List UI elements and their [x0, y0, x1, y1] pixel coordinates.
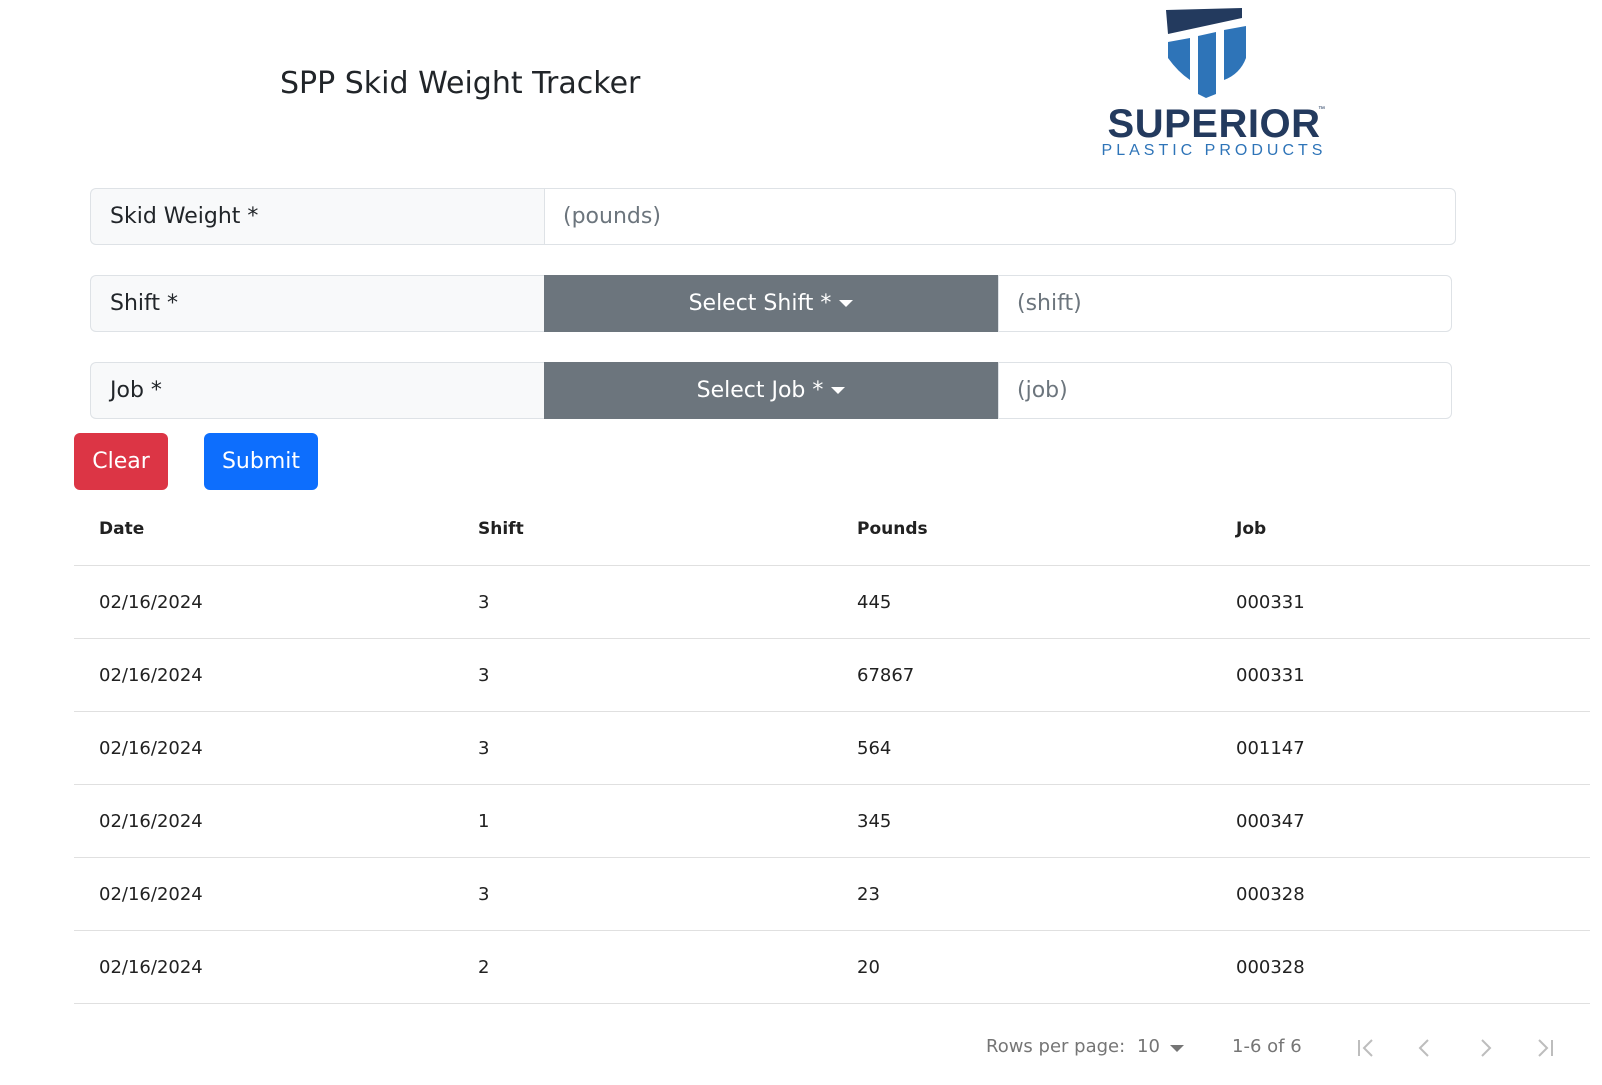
clear-button[interactable]: Clear [74, 433, 168, 490]
next-page-icon[interactable] [1470, 1034, 1500, 1062]
table-row: 02/16/2024 3 67867 000331 [74, 639, 1590, 712]
pagination: Rows per page: 10 1-6 of 6 [0, 1030, 1602, 1064]
table-row: 02/16/2024 3 564 001147 [74, 712, 1590, 785]
rows-per-page-select[interactable]: 10 [1137, 1036, 1160, 1057]
cell-pounds: 345 [857, 810, 892, 832]
first-page-icon[interactable] [1351, 1034, 1381, 1062]
weights-table: Date Shift Pounds Job 02/16/2024 3 445 0… [74, 492, 1590, 1004]
skid-weight-group: Skid Weight * (pounds) [90, 188, 1456, 245]
column-header-job[interactable]: Job [1211, 519, 1590, 539]
cell-date: 02/16/2024 [99, 810, 203, 832]
logo-trademark: ™ [1318, 106, 1325, 113]
select-shift-dropdown[interactable]: Select Shift * [544, 275, 998, 332]
cell-job: 000331 [1236, 664, 1305, 686]
column-header-pounds[interactable]: Pounds [832, 519, 1211, 539]
select-shift-label: Select Shift * [688, 291, 832, 316]
cell-job: 000347 [1236, 810, 1305, 832]
page-title: SPP Skid Weight Tracker [280, 66, 641, 101]
table-row: 02/16/2024 1 345 000347 [74, 785, 1590, 858]
cell-job: 001147 [1236, 737, 1305, 759]
company-logo: SUPERIOR ™ PLASTIC PRODUCTS [1094, 6, 1334, 159]
cell-date: 02/16/2024 [99, 956, 203, 978]
cell-pounds: 67867 [857, 664, 915, 686]
submit-button[interactable]: Submit [204, 433, 318, 490]
logo-brand-text: SUPERIOR [1107, 102, 1321, 146]
page-range: 1-6 of 6 [1232, 1036, 1302, 1057]
caret-down-icon[interactable] [1170, 1045, 1184, 1052]
logo-mark-icon [1166, 8, 1246, 98]
table-header: Date Shift Pounds Job [74, 492, 1590, 566]
select-job-dropdown[interactable]: Select Job * [544, 362, 998, 419]
cell-shift: 2 [478, 956, 490, 978]
cell-shift: 3 [478, 664, 490, 686]
job-label: Job * [90, 362, 544, 419]
caret-down-icon [831, 387, 846, 394]
rows-per-page-label: Rows per page: [986, 1036, 1126, 1057]
table-row: 02/16/2024 3 23 000328 [74, 858, 1590, 931]
skid-weight-input[interactable]: (pounds) [544, 188, 1456, 245]
cell-pounds: 23 [857, 883, 880, 905]
column-header-shift[interactable]: Shift [453, 519, 832, 539]
shift-display: (shift) [998, 275, 1452, 332]
cell-job: 000328 [1236, 883, 1305, 905]
cell-shift: 3 [478, 737, 490, 759]
cell-date: 02/16/2024 [99, 737, 203, 759]
cell-shift: 3 [478, 883, 490, 905]
cell-date: 02/16/2024 [99, 664, 203, 686]
cell-pounds: 445 [857, 591, 892, 613]
shift-group: Shift * Select Shift * (shift) [90, 275, 1452, 332]
cell-shift: 3 [478, 591, 490, 613]
table-row: 02/16/2024 2 20 000328 [74, 931, 1590, 1004]
cell-date: 02/16/2024 [99, 883, 203, 905]
cell-date: 02/16/2024 [99, 591, 203, 613]
select-job-label: Select Job * [696, 378, 824, 403]
caret-down-icon [839, 300, 854, 307]
last-page-icon[interactable] [1530, 1034, 1560, 1062]
cell-shift: 1 [478, 810, 490, 832]
cell-pounds: 20 [857, 956, 880, 978]
logo-subtitle: PLASTIC PRODUCTS [1101, 142, 1327, 159]
skid-weight-label: Skid Weight * [90, 188, 544, 245]
previous-page-icon[interactable] [1410, 1034, 1440, 1062]
cell-job: 000328 [1236, 956, 1305, 978]
shift-label: Shift * [90, 275, 544, 332]
job-group: Job * Select Job * (job) [90, 362, 1452, 419]
cell-job: 000331 [1236, 591, 1305, 613]
column-header-date[interactable]: Date [74, 519, 453, 539]
cell-pounds: 564 [857, 737, 892, 759]
job-display: (job) [998, 362, 1452, 419]
table-row: 02/16/2024 3 445 000331 [74, 566, 1590, 639]
